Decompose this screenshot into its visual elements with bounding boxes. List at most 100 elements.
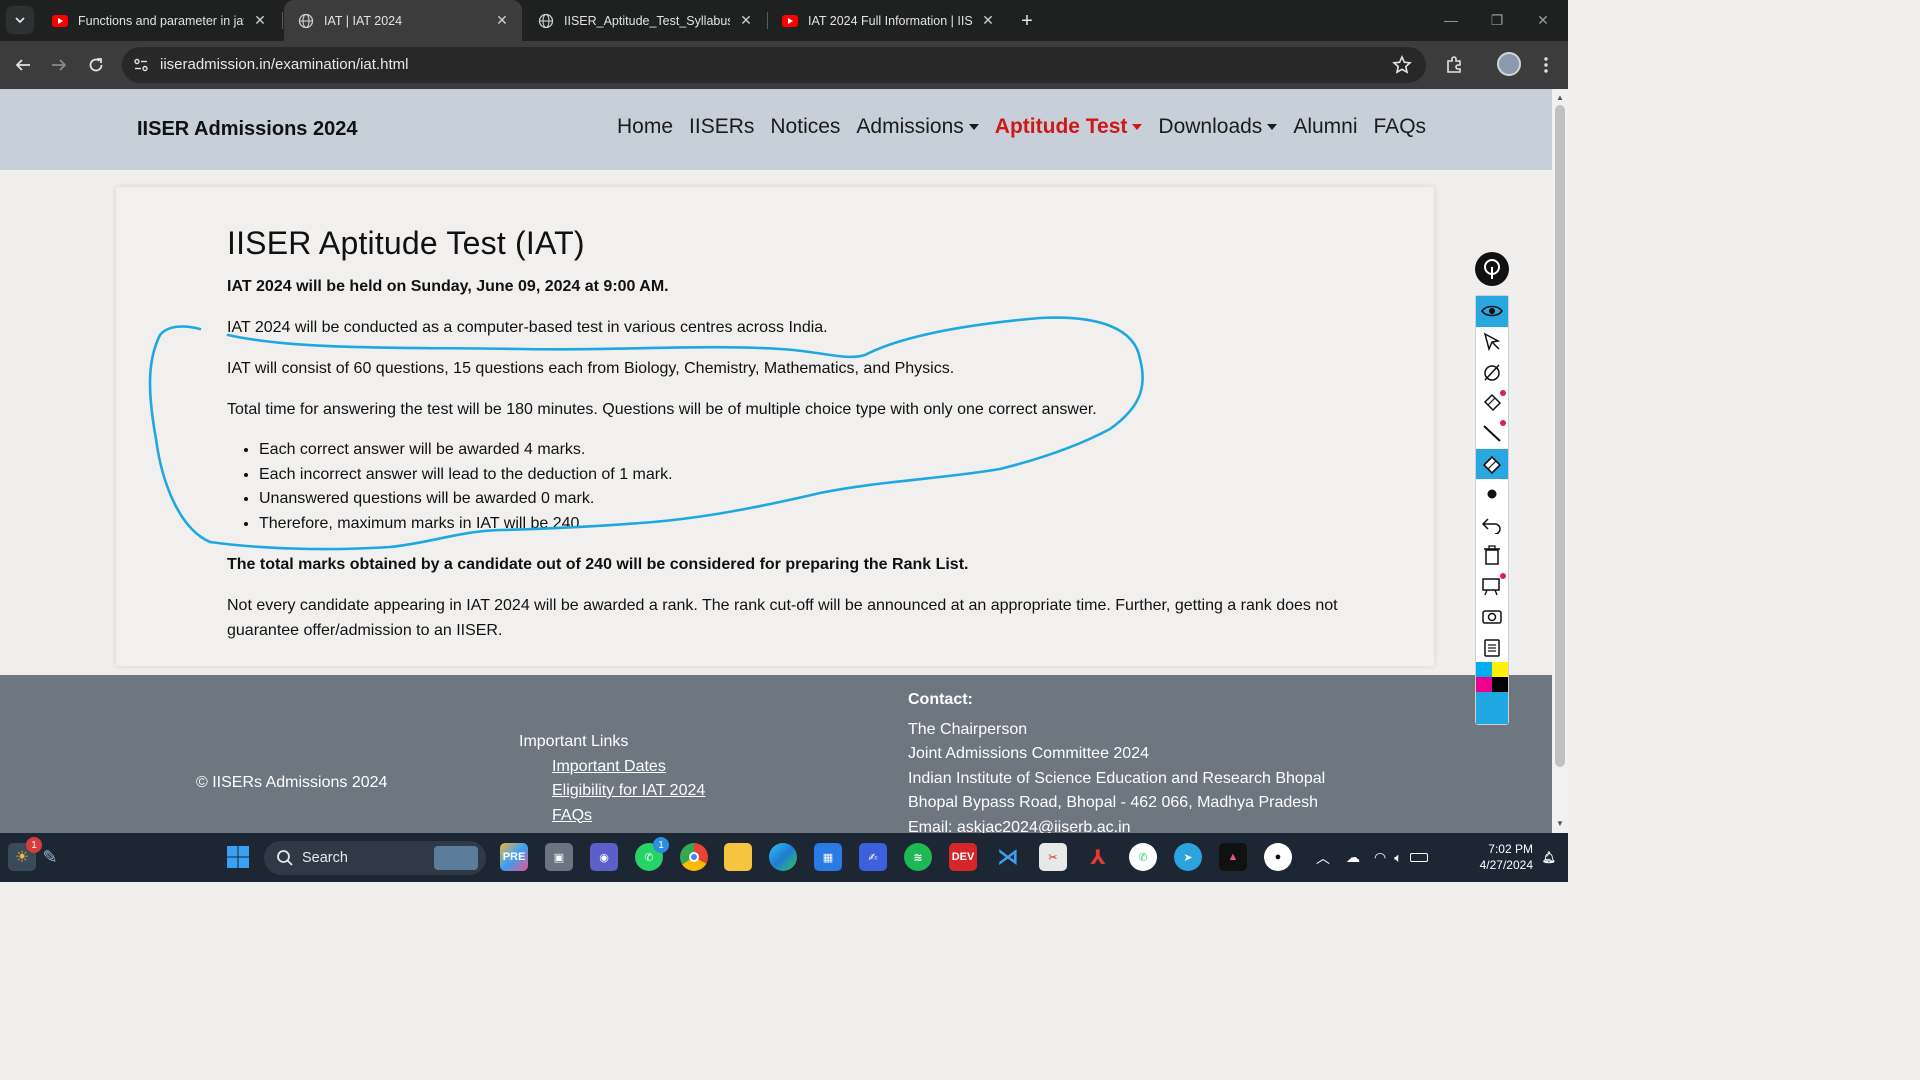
link-faqs[interactable]: FAQs <box>552 804 705 829</box>
swatch-black[interactable] <box>1492 677 1508 692</box>
site-info-icon[interactable] <box>132 56 150 74</box>
contact-heading: Contact: <box>908 691 973 708</box>
duration-text: Total time for answering the test will b… <box>227 401 1097 418</box>
acrobat-icon[interactable]: ⅄ <box>1084 843 1112 871</box>
scrollbar-thumb[interactable] <box>1555 105 1565 767</box>
swatch-yellow[interactable] <box>1492 662 1508 677</box>
file-explorer-icon[interactable] <box>724 843 752 871</box>
browser-menu-button[interactable] <box>1534 53 1558 77</box>
edge-icon[interactable] <box>769 843 797 871</box>
highlighter-icon[interactable] <box>1476 388 1508 419</box>
marker-icon[interactable] <box>1476 448 1508 479</box>
marking-scheme-list: Each correct answer will be awarded 4 ma… <box>259 438 1347 536</box>
task-view-icon[interactable]: ▣ <box>545 843 573 871</box>
spotify-icon[interactable]: ≋ <box>904 843 932 871</box>
undo-icon[interactable] <box>1476 510 1508 541</box>
battery-icon[interactable] <box>1410 853 1429 862</box>
scroll-up-icon[interactable]: ▲ <box>1555 93 1565 103</box>
color-palette[interactable] <box>1476 662 1508 724</box>
nav-admissions-dropdown[interactable]: Admissions <box>856 115 979 139</box>
site-brand[interactable]: IISER Admissions 2024 <box>137 118 357 141</box>
extensions-button[interactable] <box>1442 53 1466 77</box>
close-tab-icon[interactable]: ✕ <box>494 12 510 29</box>
tab-2[interactable]: IISER_Aptitude_Test_Syllabus_2024 ✕ <box>524 0 766 41</box>
address-bar[interactable]: iiseradmission.in/examination/iat.html <box>122 47 1426 83</box>
nav-iisers[interactable]: IISERs <box>689 115 754 139</box>
teams-icon[interactable]: ◉ <box>590 843 618 871</box>
chevron-up-icon[interactable]: ︿ <box>1316 848 1330 868</box>
whatsapp-web-icon[interactable]: ✆ <box>1129 843 1157 871</box>
chrome-icon[interactable] <box>680 843 708 871</box>
onedrive-icon[interactable]: ☁ <box>1346 849 1360 866</box>
camera-icon[interactable] <box>1476 601 1508 632</box>
dot-icon[interactable] <box>1476 479 1508 510</box>
nav-aptitude-test-dropdown[interactable]: Aptitude Test <box>995 115 1143 139</box>
close-tab-icon[interactable]: ✕ <box>980 12 996 29</box>
taskbar-search[interactable]: Search <box>264 841 486 875</box>
whiteboard-app-icon[interactable]: ✍ <box>859 843 887 871</box>
nav-faqs[interactable]: FAQs <box>1374 115 1427 139</box>
nav-home[interactable]: Home <box>617 115 673 139</box>
scroll-down-icon[interactable]: ▼ <box>1555 819 1565 829</box>
nav-notices[interactable]: Notices <box>770 115 840 139</box>
pen-app-logo-icon[interactable] <box>1475 252 1509 286</box>
color-dot-icon <box>1500 420 1506 426</box>
list-item: Unanswered questions will be awarded 0 m… <box>259 487 1347 512</box>
url-text[interactable]: iiseradmission.in/examination/iat.html <box>160 56 408 73</box>
arc-icon[interactable]: ▲ <box>1219 843 1247 871</box>
copilot-icon[interactable]: PRE <box>500 843 528 871</box>
link-eligibility[interactable]: Eligibility for IAT 2024 <box>552 779 705 804</box>
contact-email[interactable]: Email: askjac2024@iiserb.ac.in <box>908 816 1325 834</box>
vscode-icon[interactable]: ⋊ <box>994 843 1022 871</box>
bell-icon[interactable]: 🔔︎ <box>1535 843 1563 871</box>
swatch-magenta[interactable] <box>1476 677 1492 692</box>
microsoft-store-icon[interactable]: ▦ <box>814 843 842 871</box>
nav-label: FAQs <box>1373 115 1427 138</box>
windows-start-icon[interactable] <box>224 843 252 871</box>
tab-title: IAT | IAT 2024 <box>324 13 403 28</box>
widgets-icon[interactable]: ☀ 1 <box>8 837 42 871</box>
tab-0[interactable]: Functions and parameter in java ✕ <box>38 0 280 41</box>
link-important-dates[interactable]: Important Dates <box>552 755 705 780</box>
pen-icon[interactable] <box>1476 418 1508 449</box>
cursor-icon[interactable] <box>1476 327 1508 358</box>
forward-button[interactable] <box>46 52 72 78</box>
tab-3[interactable]: IAT 2024 Full Information | IISER ✕ <box>768 0 1008 41</box>
close-window-button[interactable]: ✕ <box>1528 8 1558 32</box>
whiteboard-icon[interactable] <box>1476 571 1508 602</box>
taskbar-clock[interactable]: 7:02 PM 4/27/2024 <box>1463 841 1533 873</box>
snipping-tool-icon[interactable]: ✂ <box>1039 843 1067 871</box>
reload-button[interactable] <box>83 52 109 78</box>
trash-icon[interactable] <box>1476 540 1508 571</box>
swatch-cyan[interactable] <box>1476 662 1492 677</box>
nav-downloads-dropdown[interactable]: Downloads <box>1158 115 1278 139</box>
eye-icon[interactable] <box>1476 296 1508 327</box>
clipboard-icon[interactable] <box>1476 632 1508 663</box>
profile-avatar[interactable] <box>1497 52 1521 76</box>
copilot-pen-icon[interactable]: ✎ <box>36 843 64 871</box>
eraser-icon[interactable] <box>1476 357 1508 388</box>
tab-search-button[interactable] <box>6 6 34 34</box>
bookmark-star-icon[interactable] <box>1392 55 1412 75</box>
close-tab-icon[interactable]: ✕ <box>252 12 268 29</box>
page-scrollbar[interactable]: ▲ ▼ <box>1552 89 1568 833</box>
back-button[interactable] <box>10 52 36 78</box>
dev-cpp-icon[interactable]: DEV <box>949 843 977 871</box>
telegram-icon[interactable]: ➤ <box>1174 843 1202 871</box>
tab-title: Functions and parameter in java <box>78 13 244 28</box>
github-icon[interactable]: ● <box>1264 843 1292 871</box>
site-header: IISER Admissions 2024 Home IISERs Notice… <box>0 89 1552 170</box>
footer-contact: Contact: The Chairperson Joint Admission… <box>908 688 1325 833</box>
whatsapp-icon[interactable]: ✆ 1 <box>635 837 669 871</box>
close-tab-icon[interactable]: ✕ <box>738 12 754 29</box>
search-icon <box>277 850 293 866</box>
restore-button[interactable]: ❐ <box>1482 8 1512 32</box>
contact-line: The Chairperson <box>908 720 1028 738</box>
new-tab-button[interactable]: + <box>1014 8 1040 34</box>
volume-icon[interactable]: 🔈︎ <box>1394 850 1402 866</box>
wifi-icon[interactable]: ◠ <box>1374 849 1386 866</box>
minimize-button[interactable]: — <box>1436 8 1466 32</box>
nav-alumni[interactable]: Alumni <box>1293 115 1357 139</box>
current-color-swatch[interactable] <box>1476 692 1508 724</box>
tab-1[interactable]: IAT | IAT 2024 ✕ <box>284 0 522 41</box>
